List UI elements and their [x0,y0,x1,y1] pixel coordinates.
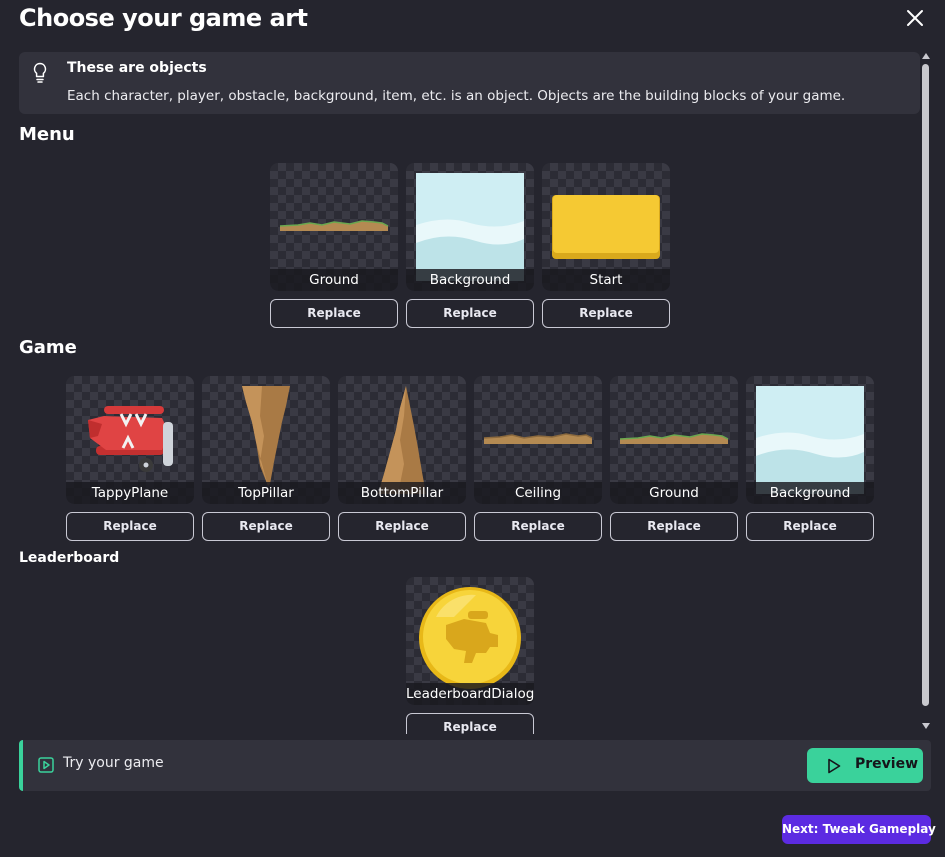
dialog-title: Choose your game art [19,4,308,32]
object-tile-game-background[interactable]: Background Replace [746,376,874,541]
replace-button[interactable]: Replace [406,299,534,328]
tile-label: Background [746,482,874,504]
try-game-label: Try your game [63,755,164,771]
object-tile-game-ceiling[interactable]: Ceiling Replace [474,376,602,541]
replace-button[interactable]: Replace [746,512,874,541]
replace-button[interactable]: Replace [66,512,194,541]
tile-label: Ground [610,482,738,504]
play-square-icon [38,757,54,773]
scrollbar-thumb[interactable] [922,64,929,706]
tile-label: Ground [270,269,398,291]
object-tile-game-ground[interactable]: Ground Replace [610,376,738,541]
close-icon [907,10,923,26]
object-tile-menu-ground[interactable]: Ground Replace [270,163,398,328]
vertical-scrollbar[interactable] [921,50,931,734]
scroll-up-arrow-icon[interactable] [922,53,930,59]
tile-label: LeaderboardDialog [406,683,534,705]
object-tile-leaderboard-dialog[interactable]: LeaderboardDialog Replace [406,577,534,734]
info-box: These are objects Each character, player… [19,52,920,114]
replace-button[interactable]: Replace [542,299,670,328]
replace-button[interactable]: Replace [338,512,466,541]
preview-label: Preview [855,756,919,772]
object-tile-game-tappyplane[interactable]: TappyPlane Replace [66,376,194,541]
info-title: These are objects [67,60,207,76]
close-button[interactable] [903,6,927,30]
tile-label: Ceiling [474,482,602,504]
replace-button[interactable]: Replace [474,512,602,541]
info-text: Each character, player, obstacle, backgr… [67,88,846,104]
section-heading-game: Game [19,337,77,358]
lightbulb-icon [33,62,47,83]
section-heading-leaderboard: Leaderboard [19,550,120,566]
object-tile-menu-background[interactable]: Background Replace [406,163,534,328]
object-tile-game-bottompillar[interactable]: BottomPillar Replace [338,376,466,541]
section-heading-menu: Menu [19,124,75,145]
object-tile-menu-start[interactable]: Start Replace [542,163,670,328]
content-scroll-area[interactable]: These are objects Each character, player… [0,44,921,734]
replace-button[interactable]: Replace [610,512,738,541]
tile-label: Start [542,269,670,291]
tile-label: TappyPlane [66,482,194,504]
play-icon [828,758,841,774]
preview-button[interactable]: Preview [807,748,923,783]
next-tweak-gameplay-button[interactable]: Next: Tweak Gameplay [782,815,936,844]
replace-button[interactable]: Replace [406,713,534,734]
tile-label: TopPillar [202,482,330,504]
replace-button[interactable]: Replace [270,299,398,328]
try-game-bar: Try your game Preview [19,740,931,791]
tile-label: Background [406,269,534,291]
tile-label: BottomPillar [338,482,466,504]
replace-button[interactable]: Replace [202,512,330,541]
scroll-down-arrow-icon[interactable] [922,723,930,729]
object-tile-game-toppillar[interactable]: TopPillar Replace [202,376,330,541]
